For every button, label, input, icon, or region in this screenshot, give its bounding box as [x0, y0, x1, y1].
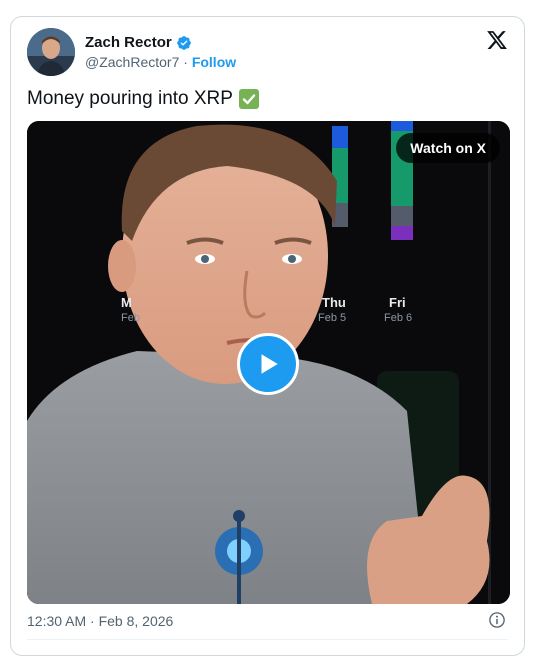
chart-date-label: Feb	[121, 312, 140, 324]
follow-button[interactable]: Follow	[192, 54, 236, 70]
chart-day-label: Fri	[389, 295, 406, 310]
tweet-card[interactable]: Zach Rector @ZachRector7 · Follow Money …	[10, 16, 525, 656]
timestamp[interactable]: 12:30 AM · Feb 8, 2026	[27, 613, 173, 629]
separator: ·	[183, 54, 188, 70]
author-handle[interactable]: @ZachRector7	[85, 54, 179, 70]
watch-on-x-button[interactable]: Watch on X	[396, 133, 500, 163]
chart-day-label: Thu	[322, 295, 346, 310]
x-logo-icon[interactable]	[486, 29, 508, 51]
check-mark-emoji-icon	[238, 89, 259, 109]
play-button[interactable]	[237, 333, 299, 395]
video-player[interactable]: M Feb Thu Feb 5 Fri Feb 6 Watch on X	[27, 121, 510, 604]
chart-date-label: Feb 5	[318, 312, 347, 324]
tweet-text: Money pouring into XRP	[27, 88, 233, 109]
avatar-image	[27, 28, 75, 76]
info-icon[interactable]	[488, 611, 506, 629]
chart-day-label: M	[121, 295, 132, 310]
handle-row: @ZachRector7 · Follow	[85, 54, 236, 70]
verified-badge-icon	[176, 35, 191, 50]
author-name[interactable]: Zach Rector	[85, 34, 172, 51]
play-icon	[261, 354, 278, 374]
avatar[interactable]	[27, 28, 75, 76]
tweet-text-row: Money pouring into XRP	[27, 88, 259, 110]
chart-date-label: Feb 6	[384, 312, 413, 324]
author-row: Zach Rector	[85, 34, 192, 51]
divider	[27, 639, 508, 640]
